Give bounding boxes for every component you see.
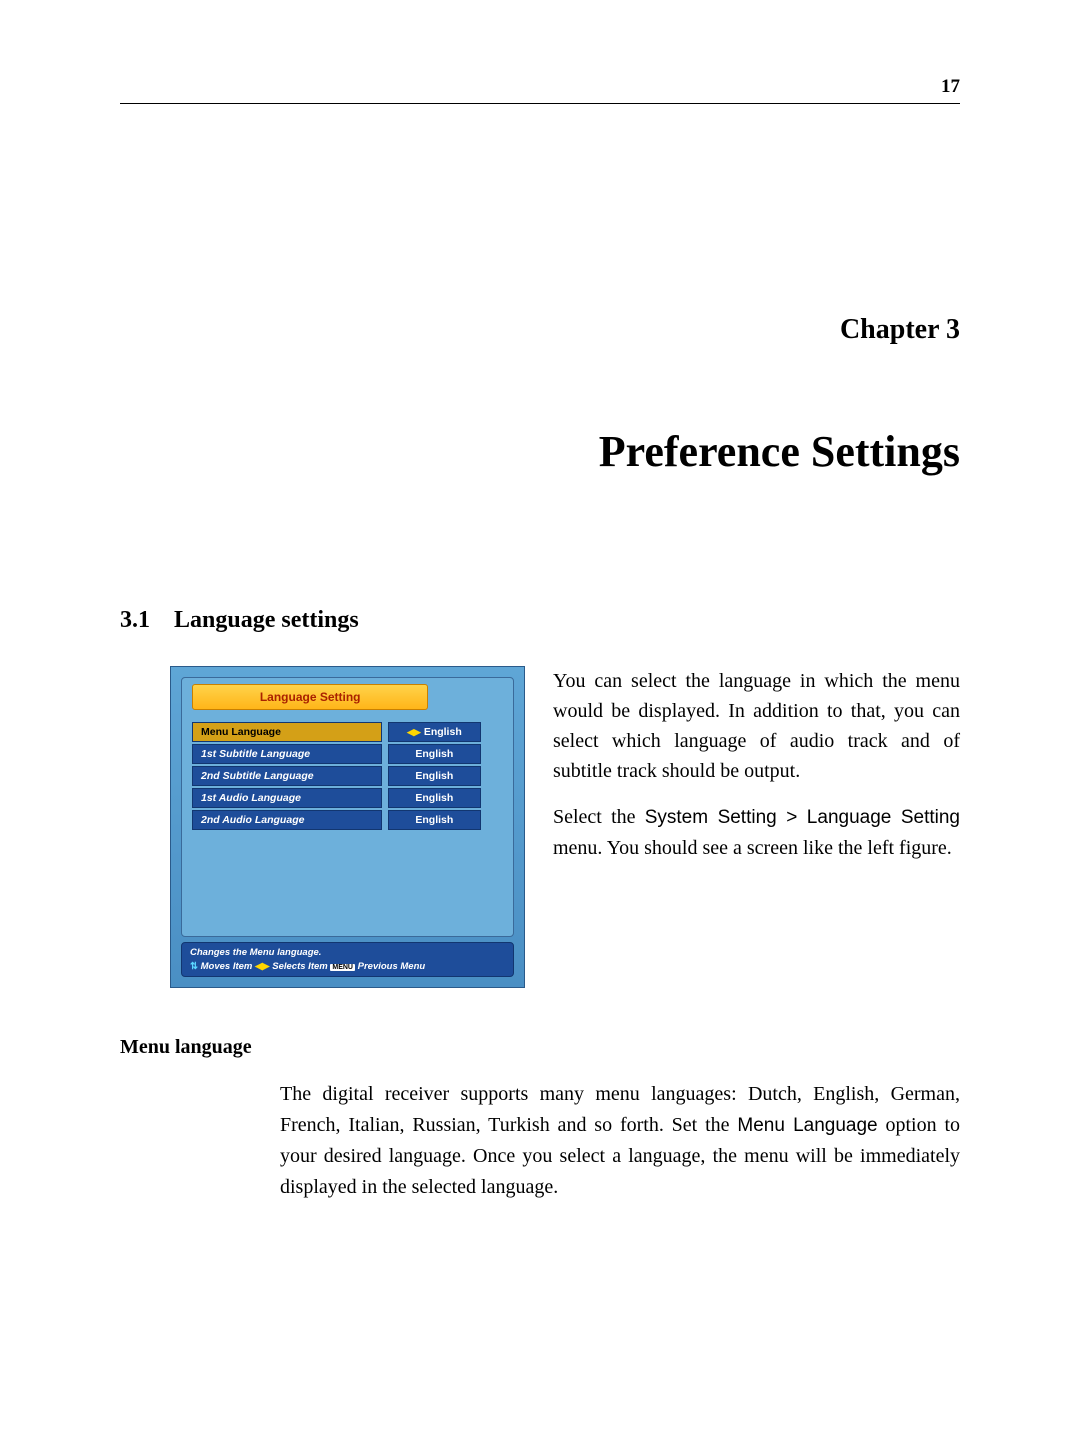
menu-button-icon: MENU [330,964,355,971]
figure-and-text: Language Setting Menu Language ◀▶English… [120,666,960,988]
screenshot-help-line: Changes the Menu language. [190,947,505,958]
menu-row-0: Menu Language ◀▶English [192,722,503,742]
menu-row-label: 2nd Audio Language [192,810,382,830]
menu-path: System Setting > Language Setting [645,807,960,828]
nav-moves: Moves Item [201,961,253,972]
nav-previous: Previous Menu [358,961,426,972]
intro-paragraph-1: You can select the language in which the… [553,666,960,786]
menu-row-value: English [388,788,481,808]
updown-arrows-icon: ⇅ [190,961,198,972]
menu-row-2: 2nd Subtitle Language English [192,766,503,786]
leftright-arrows-icon: ◀▶ [255,961,270,972]
menu-row-label: Menu Language [192,722,382,742]
page-number: 17 [941,76,960,98]
screenshot-inner-panel: Language Setting Menu Language ◀▶English… [181,677,514,937]
body-paragraph: The digital receiver supports many menu … [280,1079,960,1203]
chapter-title: Preference Settings [120,426,960,477]
menu-row-value: English [388,810,481,830]
subheading-menu-language: Menu language [120,1036,960,1059]
screenshot-footer: Changes the Menu language. ⇅ Moves Item … [181,942,514,977]
left-right-arrows-icon: ◀▶ [407,727,421,737]
header-rule: 17 [120,100,960,104]
intro-text-column: You can select the language in which the… [553,666,960,879]
page-container: 17 Chapter 3 Preference Settings 3.1 Lan… [0,0,1080,1439]
menu-row-4: 2nd Audio Language English [192,810,503,830]
menu-row-3: 1st Audio Language English [192,788,503,808]
menu-row-value: English [388,744,481,764]
menu-row-label: 2nd Subtitle Language [192,766,382,786]
section-number: 3.1 [120,607,150,633]
menu-row-value: English [388,766,481,786]
menu-row-value: ◀▶English [388,722,481,742]
menu-row-label: 1st Subtitle Language [192,744,382,764]
option-name: Menu Language [737,1115,877,1136]
screenshot-column: Language Setting Menu Language ◀▶English… [170,666,525,988]
nav-selects: Selects Item [272,961,327,972]
screenshot-nav-hints: ⇅ Moves Item ◀▶ Selects Item MENU Previo… [190,961,505,972]
menu-row-1: 1st Subtitle Language English [192,744,503,764]
section-heading: 3.1 Language settings [120,607,960,634]
section-title: Language settings [174,607,359,633]
intro-paragraph-2: Select the System Setting > Language Set… [553,802,960,863]
chapter-label: Chapter 3 [120,314,960,346]
screenshot-title-bar: Language Setting [192,684,428,710]
menu-row-label: 1st Audio Language [192,788,382,808]
language-setting-screenshot: Language Setting Menu Language ◀▶English… [170,666,525,988]
